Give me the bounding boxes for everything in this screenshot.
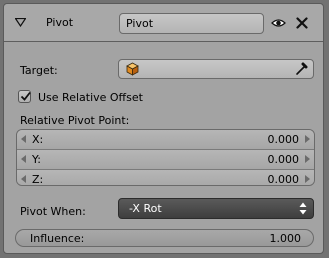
use-relative-offset-label: Use Relative Offset bbox=[38, 91, 143, 104]
decrement-arrow-icon[interactable] bbox=[21, 135, 26, 143]
target-label: Target: bbox=[20, 64, 58, 77]
pivot-constraint-panel: Pivot Pivot Target: Use Relative Offset … bbox=[3, 3, 324, 254]
increment-arrow-icon[interactable] bbox=[305, 175, 310, 183]
influence-slider[interactable]: Influence: 1.000 bbox=[15, 229, 314, 247]
relative-pivot-point-fields: X: 0.000 Y: 0.000 Z: 0.000 bbox=[16, 129, 315, 186]
pivot-y-value: 0.000 bbox=[267, 153, 300, 166]
up-down-arrows-icon bbox=[299, 202, 307, 215]
pivot-when-value: -X Rot bbox=[129, 202, 162, 215]
relative-pivot-point-label: Relative Pivot Point: bbox=[20, 114, 130, 127]
constraint-name-value: Pivot bbox=[126, 17, 154, 30]
pivot-y-label: Y: bbox=[32, 153, 41, 166]
pivot-y-field[interactable]: Y: 0.000 bbox=[17, 150, 314, 170]
pivot-z-value: 0.000 bbox=[267, 173, 300, 186]
influence-value: 1.000 bbox=[269, 232, 302, 245]
decrement-arrow-icon[interactable] bbox=[21, 155, 26, 163]
pivot-x-value: 0.000 bbox=[267, 133, 300, 146]
pivot-when-dropdown[interactable]: -X Rot bbox=[118, 198, 314, 219]
triangle-down-icon[interactable] bbox=[15, 18, 26, 27]
decrement-arrow-icon[interactable] bbox=[21, 175, 26, 183]
increment-arrow-icon[interactable] bbox=[305, 155, 310, 163]
constraint-title: Pivot bbox=[46, 16, 74, 29]
influence-label: Influence: bbox=[30, 232, 85, 245]
increment-arrow-icon[interactable] bbox=[305, 135, 310, 143]
x-icon[interactable] bbox=[296, 17, 308, 29]
eyedropper-icon[interactable] bbox=[295, 62, 308, 76]
eye-icon[interactable] bbox=[271, 18, 286, 28]
pivot-when-label: Pivot When: bbox=[20, 205, 86, 218]
cube-object-icon bbox=[126, 62, 139, 76]
checkmark-icon bbox=[20, 91, 31, 101]
constraint-name-input[interactable]: Pivot bbox=[119, 13, 264, 34]
pivot-z-field[interactable]: Z: 0.000 bbox=[17, 170, 314, 186]
use-relative-offset-checkbox[interactable] bbox=[18, 90, 31, 103]
pivot-x-field[interactable]: X: 0.000 bbox=[17, 130, 314, 150]
constraint-header: Pivot Pivot bbox=[4, 4, 323, 42]
pivot-x-label: X: bbox=[32, 133, 44, 146]
pivot-z-label: Z: bbox=[32, 173, 44, 186]
target-field[interactable] bbox=[118, 59, 314, 79]
